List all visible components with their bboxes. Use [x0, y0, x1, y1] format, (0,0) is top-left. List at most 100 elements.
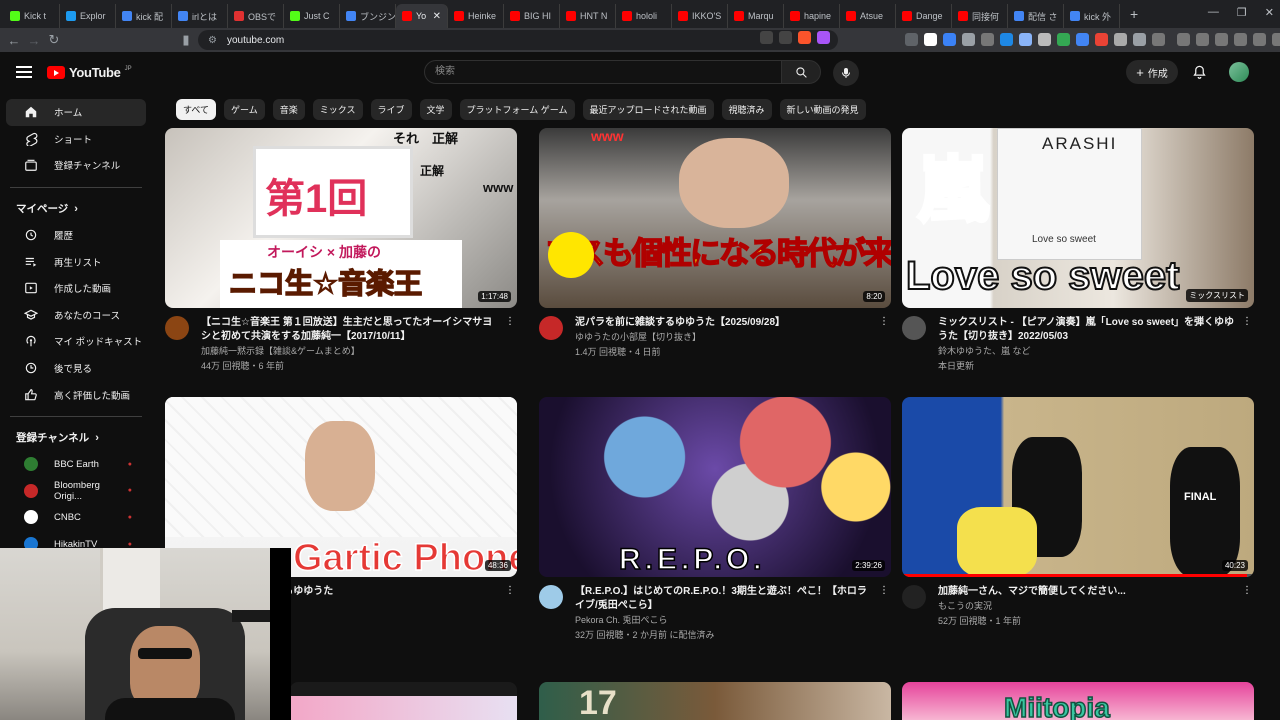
browser-tab[interactable]: hapine [784, 4, 840, 28]
browser-tab[interactable]: hololi [616, 4, 672, 28]
subscriptions-heading[interactable]: 登録チャンネル › [0, 425, 152, 451]
subscription-channel[interactable]: Bloomberg Origi... ● [6, 478, 146, 505]
hamburger-menu-icon[interactable] [16, 66, 32, 78]
browser-tab[interactable]: Marqu [728, 4, 784, 28]
browser-tab[interactable]: HNT N [560, 4, 616, 28]
minimize-icon[interactable]: — [1208, 6, 1219, 19]
close-tab-icon[interactable]: ✕ [433, 11, 441, 22]
sidebar-item[interactable]: ホーム [6, 99, 146, 126]
video-title[interactable]: 【ニコ生☆音楽王 第１回放送】生主だと思ってたオーイシマサヨシと初めて共演をする… [201, 316, 499, 344]
browser-tab[interactable]: Atsue [840, 4, 896, 28]
filter-chip[interactable]: 新しい動画の発見 [779, 99, 866, 120]
extension-icon[interactable] [1019, 33, 1032, 46]
notifications-button[interactable] [1192, 64, 1207, 85]
video-thumbnail-partial[interactable] [290, 682, 517, 720]
channel-avatar[interactable] [902, 585, 926, 609]
channel-avatar[interactable] [539, 585, 563, 609]
vpn-icon[interactable] [1272, 33, 1280, 46]
filter-chip[interactable]: 視聴済み [721, 99, 772, 120]
browser-tab[interactable]: Kick t [4, 4, 60, 28]
filter-chip[interactable]: プラットフォーム ゲーム [459, 99, 575, 120]
filter-chip[interactable]: 音楽 [272, 99, 305, 120]
video-card[interactable]: 第1回 オーイシ × 加藤の ニコ生☆音楽王 それ 正解 正解 www 1:17… [165, 128, 517, 374]
youtube-logo[interactable]: YouTube JP [47, 65, 132, 80]
video-thumbnail[interactable]: 第1回 オーイシ × 加藤の ニコ生☆音楽王 それ 正解 正解 www 1:17… [165, 128, 517, 308]
video-title[interactable]: ミックスリスト - 【ピアノ演奏】嵐「Love so sweet」を弾くゆゆうた… [938, 316, 1236, 344]
channel-name[interactable]: 加藤純一黙示録【雑談&ゲームまとめ】 [201, 344, 499, 359]
close-window-icon[interactable]: ✕ [1265, 6, 1274, 19]
video-thumbnail[interactable]: FINAL 40:23 [902, 397, 1254, 577]
channel-avatar[interactable] [539, 316, 563, 340]
sidebar-item[interactable]: 登録チャンネル [6, 152, 146, 179]
more-options-icon[interactable]: ⋮ [1242, 585, 1252, 596]
puzzle-icon[interactable] [1133, 33, 1146, 46]
video-title[interactable]: 【R.E.P.O.】はじめてのR.E.P.O.！3期生と遊ぶ！ぺこ！【ホロライブ… [575, 585, 873, 613]
browser-tab[interactable]: Just C [284, 4, 340, 28]
sidebar-icon[interactable] [1196, 33, 1209, 46]
rewards-icon[interactable] [817, 31, 830, 44]
filter-chip[interactable]: ライブ [370, 99, 412, 120]
new-tab-icon[interactable]: + [1120, 6, 1148, 22]
account-avatar[interactable] [1229, 62, 1249, 82]
extension-icon[interactable] [1095, 33, 1108, 46]
video-thumbnail[interactable]: 嵐 ARASHI Love so sweet Love so sweet ミック… [902, 128, 1254, 308]
sidebar-item[interactable]: あなたのコース [6, 302, 146, 329]
search-button[interactable] [781, 60, 821, 84]
browser-tab[interactable]: irlとは [172, 4, 228, 28]
cast-icon[interactable] [760, 31, 773, 44]
media-icon[interactable] [1177, 33, 1190, 46]
mypage-heading[interactable]: マイページ › [0, 196, 152, 222]
filter-chip[interactable]: ゲーム [224, 99, 265, 120]
forward-icon[interactable]: → [24, 33, 44, 48]
sidebar-item[interactable]: 作成した動画 [6, 275, 146, 302]
browser-tab[interactable]: kick 配 [116, 4, 172, 28]
channel-name[interactable]: ゆゆうたの小部屋【切り抜き】 [575, 330, 873, 345]
sidebar-item[interactable]: マイ ポッドキャスト [6, 328, 146, 355]
more-options-icon[interactable]: ⋮ [879, 316, 889, 327]
sidebar-item[interactable]: 後で見る [6, 355, 146, 382]
browser-tab[interactable]: Dange [896, 4, 952, 28]
video-title[interactable]: 泥パラを前に雑談するゆゆうた【2025/09/28】 [575, 316, 873, 330]
video-card[interactable]: 嵐 ARASHI Love so sweet Love so sweet ミック… [902, 128, 1254, 374]
channel-avatar[interactable] [165, 316, 189, 340]
video-thumbnail[interactable]: R.E.P.O. 2:39:26 [539, 397, 891, 577]
back-icon[interactable]: ← [4, 33, 24, 48]
channel-name[interactable]: Pekora Ch. 兎田ぺこら [575, 613, 873, 628]
browser-tab[interactable]: 配信 さ [1008, 4, 1064, 28]
more-options-icon[interactable]: ⋮ [1242, 316, 1252, 327]
more-options-icon[interactable]: ⋮ [879, 585, 889, 596]
video-thumbnail-partial[interactable]: Miitopia [902, 682, 1254, 720]
bookmark-icon[interactable]: ▮ [176, 32, 196, 48]
video-thumbnail-partial[interactable]: 17 [539, 682, 891, 720]
extension-icon[interactable] [1114, 33, 1127, 46]
browser-tab[interactable]: IKKO'S [672, 4, 728, 28]
extension-icon[interactable] [1038, 33, 1051, 46]
wallet-icon[interactable] [1234, 33, 1247, 46]
browser-tab[interactable]: BIG HI [504, 4, 560, 28]
sidebar-item[interactable]: 再生リスト [6, 248, 146, 275]
brave-shield-icon[interactable] [798, 31, 811, 44]
maximize-icon[interactable]: ❐ [1237, 6, 1247, 19]
sidebar-item[interactable]: 履歴 [6, 222, 146, 249]
search-input[interactable]: 検索 [424, 60, 782, 84]
filter-chip[interactable]: 最近アップロードされた動画 [582, 99, 714, 120]
filter-chip[interactable]: 文学 [419, 99, 452, 120]
filter-chip[interactable]: ミックス [312, 99, 363, 120]
video-card[interactable]: R.E.P.O. 2:39:26 【R.E.P.O.】はじめてのR.E.P.O.… [539, 397, 891, 643]
share-icon[interactable] [779, 31, 792, 44]
url-bar[interactable]: ⚙ youtube.com [198, 30, 838, 50]
extension-icon[interactable] [1000, 33, 1013, 46]
subscription-channel[interactable]: BBC Earth ● [6, 451, 146, 478]
browser-tab[interactable]: 同接何 [952, 4, 1008, 28]
more-options-icon[interactable]: ⋮ [505, 585, 515, 596]
extension-icon[interactable] [962, 33, 975, 46]
reading-list-icon[interactable] [1215, 33, 1228, 46]
extension-icon[interactable] [924, 33, 937, 46]
voice-search-button[interactable] [833, 60, 859, 86]
browser-tab[interactable]: OBSで [228, 4, 284, 28]
extension-icon[interactable] [1057, 33, 1070, 46]
video-thumbnail[interactable]: www ブスも個性になる時代が来たな 8:20 [539, 128, 891, 308]
more-options-icon[interactable]: ⋮ [505, 316, 515, 327]
browser-tab[interactable]: Heinke [448, 4, 504, 28]
video-card[interactable]: FINAL 40:23 加藤純一さん、マジで簡便してください... もこうの実況… [902, 397, 1254, 629]
